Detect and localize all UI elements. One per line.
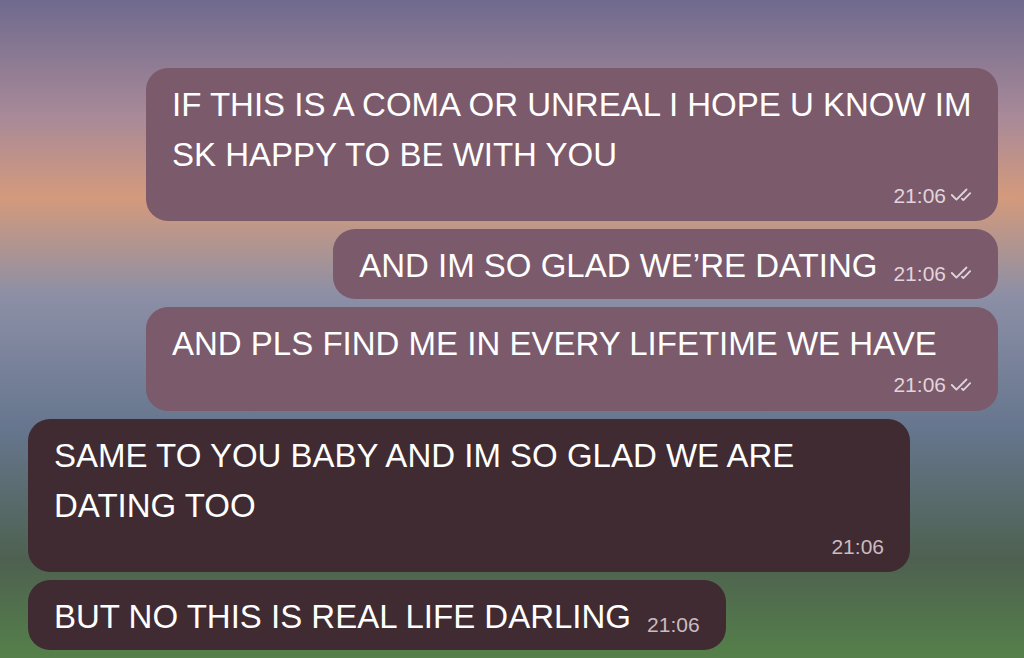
double-check-icon — [950, 374, 972, 396]
outgoing-message[interactable]: IF THIS IS A COMA OR UNREAL I HOPE U KNO… — [146, 68, 998, 222]
message-meta: 21:06 — [893, 180, 972, 214]
double-check-icon — [950, 262, 972, 284]
message-meta: 21:06 — [893, 369, 972, 403]
double-check-icon — [950, 184, 972, 206]
message-text: BUT NO THIS IS REAL LIFE DARLING — [54, 592, 631, 642]
message-time: 21:06 — [647, 609, 700, 641]
chat-screen: IF THIS IS A COMA OR UNREAL I HOPE U KNO… — [0, 0, 1024, 658]
message-text: SAME TO YOU BABY AND IM SO GLAD WE ARE D… — [54, 431, 884, 531]
outgoing-message[interactable]: AND PLS FIND ME IN EVERY LIFETIME WE HAV… — [146, 307, 998, 411]
message-text: IF THIS IS A COMA OR UNREAL I HOPE U KNO… — [172, 80, 972, 180]
message-time: 21:06 — [831, 531, 884, 563]
message-time: 21:06 — [893, 369, 946, 401]
incoming-message[interactable]: SAME TO YOU BABY AND IM SO GLAD WE ARE D… — [28, 419, 910, 573]
message-time: 21:06 — [893, 258, 946, 290]
message-list[interactable]: IF THIS IS A COMA OR UNREAL I HOPE U KNO… — [0, 0, 1024, 658]
message-text: AND IM SO GLAD WE’RE DATING — [359, 241, 877, 291]
message-text: AND PLS FIND ME IN EVERY LIFETIME WE HAV… — [172, 319, 937, 369]
message-meta: 21:06 — [647, 609, 700, 643]
message-meta: 21:06 — [831, 531, 884, 565]
incoming-message[interactable]: BUT NO THIS IS REAL LIFE DARLING 21:06 — [28, 580, 726, 650]
outgoing-message[interactable]: AND IM SO GLAD WE’RE DATING 21:06 — [333, 229, 998, 299]
message-meta: 21:06 — [893, 258, 972, 292]
message-time: 21:06 — [893, 180, 946, 212]
